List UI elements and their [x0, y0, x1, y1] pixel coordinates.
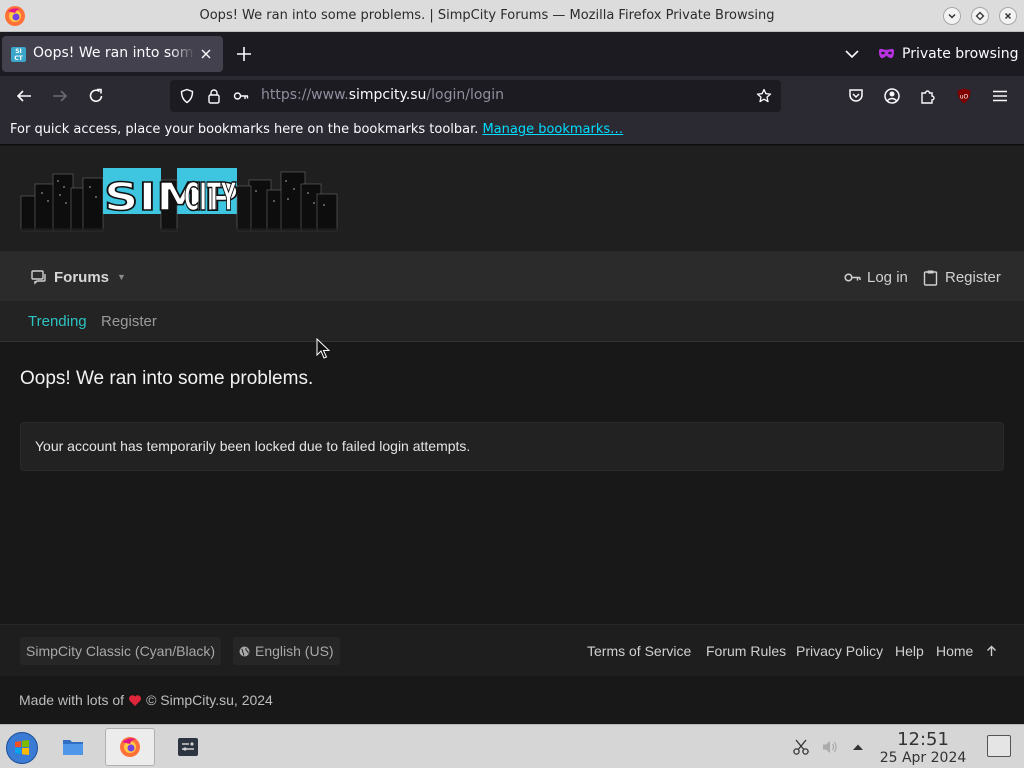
- tab-close-icon[interactable]: [200, 48, 212, 60]
- url-bar[interactable]: https://www.simpcity.su/login/login: [170, 80, 781, 112]
- site-nav: Forums ▼ Log in Register: [0, 251, 1024, 301]
- maximize-button[interactable]: [971, 7, 989, 25]
- url-prefix: https://www.: [261, 87, 349, 103]
- subnav-register[interactable]: Register: [101, 313, 157, 330]
- manage-bookmarks-link[interactable]: Manage bookmarks…: [482, 122, 623, 137]
- simpcity-favicon-icon: SI CT: [11, 47, 26, 62]
- minimize-button[interactable]: [943, 7, 961, 25]
- bookmarks-hint-text: For quick access, place your bookmarks h…: [10, 122, 479, 137]
- error-message-block: Your account has temporarily been locked…: [20, 422, 1004, 471]
- url-text[interactable]: https://www.simpcity.su/login/login: [261, 87, 504, 103]
- reload-icon[interactable]: [87, 87, 105, 105]
- firefox-icon: [5, 6, 25, 26]
- nav-forums-label: Forums: [54, 268, 110, 286]
- private-browsing-indicator: Private browsing: [878, 44, 1019, 64]
- window-title: Oops! We ran into some problems. | SimpC…: [199, 8, 775, 23]
- back-arrow-icon[interactable]: [15, 87, 33, 105]
- heart-icon: [129, 694, 142, 706]
- page-title: Oops! We ran into some problems.: [20, 368, 314, 389]
- volume-muted-icon[interactable]: [821, 738, 839, 756]
- private-browsing-label: Private browsing: [902, 46, 1019, 62]
- navigation-toolbar: https://www.simpcity.su/login/login uO: [0, 76, 1024, 116]
- footer-copyright: Made with lots of © SimpCity.su, 2024: [19, 692, 273, 708]
- nav-forums[interactable]: Forums ▼: [31, 267, 126, 287]
- error-message: Your account has temporarily been locked…: [35, 438, 471, 454]
- private-mask-icon: [879, 48, 894, 59]
- ublock-origin-icon[interactable]: uO: [955, 87, 973, 105]
- globe-icon: [239, 646, 250, 656]
- pocket-icon[interactable]: [847, 87, 865, 105]
- language-chooser[interactable]: English (US): [233, 637, 340, 665]
- nav-register-label: Register: [945, 268, 1001, 286]
- terminal-icon: [178, 738, 198, 756]
- footer-terms-link[interactable]: Terms of Service: [587, 643, 691, 659]
- svg-text:uO: uO: [960, 94, 969, 101]
- taskbar-file-manager[interactable]: [48, 728, 98, 766]
- language-label: English (US): [255, 643, 334, 659]
- footer-privacy-link[interactable]: Privacy Policy: [796, 643, 883, 659]
- mouse-cursor-icon: [316, 338, 330, 359]
- taskbar: 12:51 25 Apr 2024: [0, 724, 1024, 768]
- clipboard-icon: [923, 270, 938, 286]
- nav-login[interactable]: Log in: [844, 267, 908, 287]
- tab-active[interactable]: SICT Oops! We ran into some problems.: [2, 36, 223, 72]
- nav-login-label: Log in: [867, 268, 908, 286]
- key-permissions-icon[interactable]: [233, 88, 249, 104]
- site-header: SIMP CITY: [0, 146, 1024, 251]
- clock-time[interactable]: 12:51: [878, 729, 968, 750]
- close-icon: [1004, 12, 1012, 20]
- footer-copyright-row: Made with lots of © SimpCity.su, 2024: [0, 676, 1024, 724]
- url-domain: simpcity.su: [348, 87, 427, 103]
- bookmarks-toolbar: For quick access, place your bookmarks h…: [0, 116, 1024, 145]
- subnav-trending[interactable]: Trending: [28, 313, 87, 330]
- forward-arrow-icon[interactable]: [51, 87, 69, 105]
- key-icon: [844, 272, 861, 282]
- clock-date[interactable]: 25 Apr 2024: [878, 750, 968, 766]
- url-path: /login/login: [426, 87, 505, 103]
- taskbar-terminal[interactable]: [163, 728, 213, 766]
- comments-icon: [31, 269, 46, 285]
- tab-strip: SICT Oops! We ran into some problems. Pr…: [0, 32, 1024, 76]
- chevron-down-icon: [948, 13, 956, 19]
- footer-links-row: SimpCity Classic (Cyan/Black) English (U…: [0, 624, 1024, 676]
- web-page: SIMP CITY Forums ▼ Log in Register Trend…: [0, 146, 1024, 724]
- style-chooser[interactable]: SimpCity Classic (Cyan/Black): [20, 637, 222, 665]
- start-menu-icon[interactable]: [5, 731, 39, 765]
- bookmarks-hint: For quick access, place your bookmarks h…: [10, 122, 623, 137]
- folder-icon: [63, 740, 83, 755]
- forums-caret-icon[interactable]: ▼: [117, 272, 126, 282]
- site-subnav: Trending Register: [0, 301, 1024, 342]
- style-chooser-label: SimpCity Classic (Cyan/Black): [26, 643, 216, 659]
- window-titlebar: Oops! We ran into some problems. | SimpC…: [0, 0, 1024, 32]
- lock-icon[interactable]: [206, 88, 222, 104]
- copyright-prefix: Made with lots of: [19, 692, 125, 708]
- taskbar-firefox[interactable]: [105, 728, 155, 766]
- scissors-icon[interactable]: [792, 738, 810, 756]
- copyright-suffix: © SimpCity.su, 2024: [146, 692, 273, 708]
- site-logo[interactable]: SIMP CITY: [19, 166, 341, 236]
- back-to-top-arrow-icon[interactable]: [986, 645, 997, 657]
- footer-help-link[interactable]: Help: [895, 643, 924, 659]
- tracking-protection-shield-icon[interactable]: [179, 88, 195, 104]
- account-icon[interactable]: [883, 87, 901, 105]
- svg-text:CITY: CITY: [184, 175, 236, 219]
- tab-list-chevron-icon[interactable]: [844, 46, 860, 62]
- tab-title: Oops! We ran into some problems.: [33, 45, 195, 61]
- firefox-icon: [120, 737, 140, 757]
- new-tab-icon[interactable]: [235, 45, 253, 63]
- close-window-button[interactable]: [999, 7, 1017, 25]
- menu-hamburger-icon[interactable]: [991, 87, 1009, 105]
- maximize-icon: [975, 11, 985, 21]
- footer-rules-link[interactable]: Forum Rules: [706, 643, 786, 659]
- show-desktop-button[interactable]: [987, 735, 1011, 757]
- footer-home-link[interactable]: Home: [936, 643, 973, 659]
- extensions-puzzle-icon[interactable]: [919, 87, 937, 105]
- tray-expand-arrow-icon[interactable]: [849, 738, 867, 756]
- nav-register[interactable]: Register: [922, 267, 1001, 287]
- bookmark-star-icon[interactable]: [756, 88, 772, 104]
